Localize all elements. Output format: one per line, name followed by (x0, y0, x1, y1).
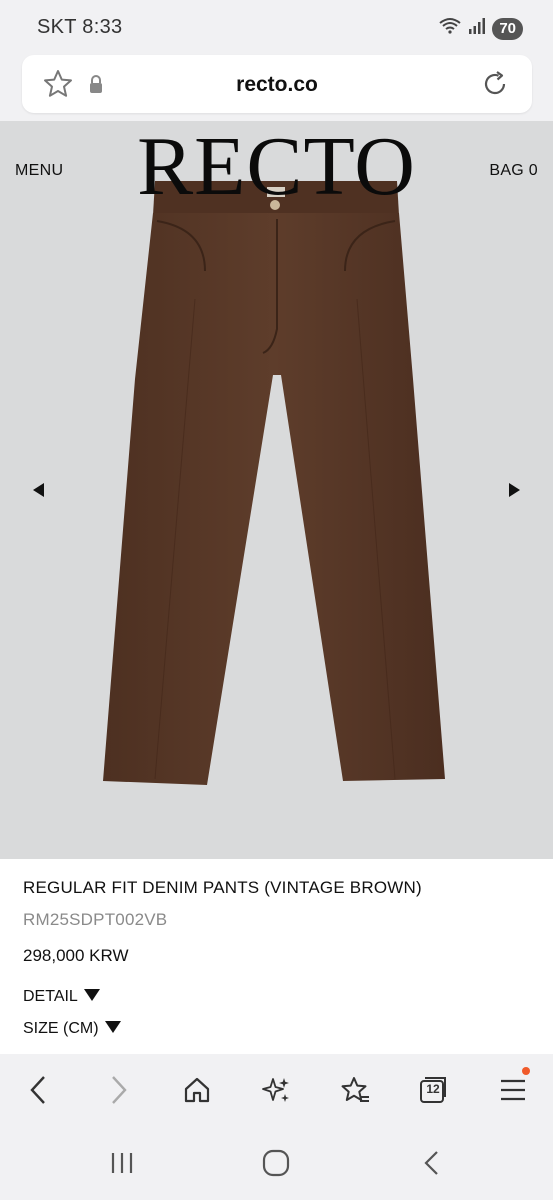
recent-apps-icon[interactable] (105, 1146, 139, 1180)
forward-icon[interactable] (101, 1072, 137, 1108)
size-toggle[interactable]: SIZE (CM) (23, 1020, 121, 1038)
product-image (103, 181, 445, 785)
home-circle-icon[interactable] (259, 1146, 293, 1180)
caret-down-icon (104, 1020, 121, 1038)
status-bar: SKT 8:33 70 (0, 0, 553, 56)
product-price: 298,000 KRW (23, 946, 129, 965)
clock: 8:33 (82, 16, 123, 38)
notification-dot (522, 1067, 530, 1075)
product-sku: RM25SDPT002VB (23, 910, 168, 929)
detail-label: DETAIL (23, 988, 78, 1005)
back-icon[interactable] (20, 1072, 56, 1108)
caret-down-icon (83, 988, 100, 1006)
back-nav-icon[interactable] (414, 1146, 448, 1180)
home-icon[interactable] (179, 1072, 215, 1108)
wifi-icon (438, 16, 462, 41)
sparkle-ai-icon[interactable] (258, 1072, 294, 1108)
size-label: SIZE (CM) (23, 1020, 99, 1037)
signal-icon (468, 17, 486, 40)
menu-hamburger-icon[interactable] (495, 1067, 531, 1108)
address-bar[interactable]: recto.co (22, 55, 532, 113)
system-nav-bar (0, 1126, 553, 1200)
bookmarks-star-icon[interactable] (337, 1072, 373, 1108)
product-title: REGULAR FIT DENIM PANTS (VINTAGE BROWN) (23, 878, 422, 897)
next-image-arrow-icon[interactable] (508, 483, 520, 502)
tabs-icon[interactable]: 12 (415, 1072, 451, 1108)
status-icons: 70 (438, 16, 523, 41)
reload-icon[interactable] (480, 69, 510, 104)
detail-toggle[interactable]: DETAIL (23, 988, 100, 1006)
url-text[interactable]: recto.co (22, 73, 532, 97)
product-info: REGULAR FIT DENIM PANTS (VINTAGE BROWN) … (0, 859, 553, 1054)
site-logo[interactable]: RECTO (0, 125, 553, 209)
product-gallery[interactable]: MENU RECTO BAG 0 (0, 121, 553, 859)
carrier-label: SKT (37, 16, 77, 38)
status-carrier-time: SKT 8:33 (37, 16, 122, 39)
previous-image-arrow-icon[interactable] (33, 483, 45, 502)
battery-indicator: 70 (492, 17, 523, 40)
tab-count: 12 (426, 1082, 440, 1096)
browser-toolbar: 12 (0, 1054, 553, 1126)
